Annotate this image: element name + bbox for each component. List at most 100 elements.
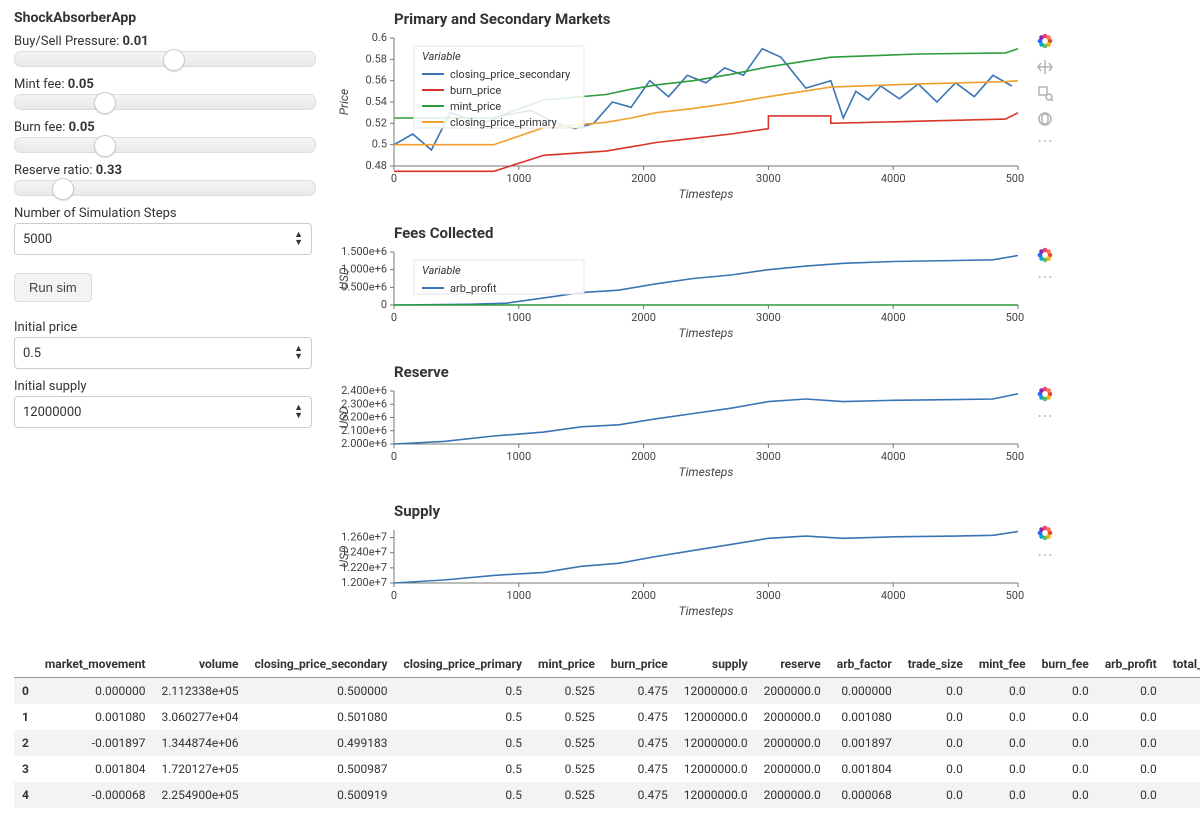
table-cell: 2000000.0 xyxy=(756,730,829,756)
svg-text:closing_price_secondary: closing_price_secondary xyxy=(450,68,571,81)
table-header: supply xyxy=(676,651,756,678)
svg-text:0.48: 0.48 xyxy=(366,159,387,172)
table-cell: -0.001897 xyxy=(37,730,154,756)
steps-input[interactable]: 5000 ▲▼ xyxy=(14,223,312,255)
svg-text:4000: 4000 xyxy=(881,311,906,324)
table-cell: 0.0 xyxy=(1097,704,1165,730)
table-cell: 0.0 xyxy=(1165,704,1200,730)
box-zoom-icon[interactable] xyxy=(1036,84,1054,102)
table-row: 4-0.0000682.254900e+050.5009190.50.5250.… xyxy=(14,782,1200,808)
table-row: 10.0010803.060277e+040.5010800.50.5250.4… xyxy=(14,704,1200,730)
svg-text:3000: 3000 xyxy=(756,172,781,185)
slider-0[interactable] xyxy=(14,51,316,67)
slider-knob[interactable] xyxy=(163,49,185,71)
wheel-zoom-icon[interactable] xyxy=(1036,110,1054,128)
chart-title: Supply xyxy=(394,502,1186,520)
svg-text:0.58: 0.58 xyxy=(366,52,387,65)
table-cell: 0.0 xyxy=(1034,730,1097,756)
table-cell: 0.475 xyxy=(603,782,676,808)
slider-knob[interactable] xyxy=(94,135,116,157)
table-header: arb_profit xyxy=(1097,651,1165,678)
table-cell: 0.0 xyxy=(900,678,971,705)
table-cell: 0.5 xyxy=(396,730,531,756)
table-cell: 0.0 xyxy=(900,704,971,730)
pan-icon[interactable] xyxy=(1036,58,1054,76)
table-cell: 0.0 xyxy=(971,704,1034,730)
spin-arrows-icon[interactable]: ▲▼ xyxy=(294,345,303,361)
table-cell: 0.0 xyxy=(1034,704,1097,730)
svg-text:0: 0 xyxy=(391,589,397,602)
slider-2[interactable] xyxy=(14,137,316,153)
table-row: 00.0000002.112338e+050.5000000.50.5250.4… xyxy=(14,678,1200,705)
spin-arrows-icon[interactable]: ▲▼ xyxy=(294,231,303,247)
svg-text:2000: 2000 xyxy=(631,450,656,463)
slider-knob[interactable] xyxy=(94,92,116,114)
svg-text:Timesteps: Timesteps xyxy=(679,187,734,201)
table-cell: 0.0 xyxy=(1034,678,1097,705)
table-cell: 0.001897 xyxy=(829,730,900,756)
charts-area: Primary and Secondary Markets0.480.50.52… xyxy=(334,10,1186,641)
slider-knob[interactable] xyxy=(52,178,74,200)
table-header: burn_fee xyxy=(1034,651,1097,678)
bokeh-logo-icon[interactable] xyxy=(1036,385,1054,403)
table-cell: 0.0 xyxy=(1165,756,1200,782)
table-cell: 0.000000 xyxy=(37,678,154,705)
table-row: 2-0.0018971.344874e+060.4991830.50.5250.… xyxy=(14,730,1200,756)
table-cell: 0.500987 xyxy=(247,756,396,782)
initial-price-input[interactable]: 0.5 ▲▼ xyxy=(14,337,312,369)
more-icon[interactable]: ⋯ xyxy=(1037,411,1053,421)
table-header: arb_factor xyxy=(829,651,900,678)
svg-text:3000: 3000 xyxy=(756,589,781,602)
table-cell: 0.0 xyxy=(971,782,1034,808)
table-cell: 0.500000 xyxy=(247,678,396,705)
svg-text:burn_price: burn_price xyxy=(450,84,501,97)
svg-text:1.500e+6: 1.500e+6 xyxy=(341,246,387,258)
table-header: mint_price xyxy=(530,651,603,678)
table-cell: 0.525 xyxy=(530,704,603,730)
table-cell: 0.475 xyxy=(603,730,676,756)
svg-text:3000: 3000 xyxy=(756,311,781,324)
table-cell: 0.5 xyxy=(396,782,531,808)
svg-text:1000: 1000 xyxy=(506,172,531,185)
svg-text:closing_price_primary: closing_price_primary xyxy=(450,116,557,129)
table-cell: -0.000068 xyxy=(37,782,154,808)
bokeh-logo-icon[interactable] xyxy=(1036,32,1054,50)
chart-svg[interactable]: 00.500e+61.000e+61.500e+6010002000300040… xyxy=(334,246,1024,341)
chart-svg[interactable]: 2.000e+62.100e+62.200e+62.300e+62.400e+6… xyxy=(334,385,1024,480)
run-sim-button[interactable]: Run sim xyxy=(14,273,92,302)
chart-svg[interactable]: 0.480.50.520.540.560.580.601000200030004… xyxy=(334,32,1024,202)
table-cell: 0.525 xyxy=(530,756,603,782)
more-icon[interactable]: ⋯ xyxy=(1037,272,1053,282)
table-cell: 0.0 xyxy=(971,756,1034,782)
svg-text:Timesteps: Timesteps xyxy=(679,465,734,479)
svg-text:2.000e+6: 2.000e+6 xyxy=(341,437,387,450)
table-header: market_movement xyxy=(37,651,154,678)
more-icon[interactable]: ⋯ xyxy=(1037,136,1053,146)
table-cell: 2.254900e+05 xyxy=(154,782,247,808)
svg-text:Variable: Variable xyxy=(422,50,461,63)
svg-text:4000: 4000 xyxy=(881,450,906,463)
table-header: total_fees_collected xyxy=(1165,651,1200,678)
table-cell: 0.000000 xyxy=(829,678,900,705)
initial-supply-label: Initial supply xyxy=(14,379,314,394)
initial-supply-input[interactable]: 12000000 ▲▼ xyxy=(14,396,312,428)
svg-text:3000: 3000 xyxy=(756,450,781,463)
table-cell: 0.475 xyxy=(603,678,676,705)
more-icon[interactable]: ⋯ xyxy=(1037,550,1053,560)
sidebar: ShockAbsorberApp Buy/Sell Pressure: 0.01… xyxy=(14,10,314,641)
svg-text:mint_price: mint_price xyxy=(450,100,501,113)
bokeh-logo-icon[interactable] xyxy=(1036,524,1054,542)
svg-text:0: 0 xyxy=(381,298,387,311)
slider-3[interactable] xyxy=(14,180,316,196)
table-cell: 3 xyxy=(14,756,37,782)
table-cell: 1.720127e+05 xyxy=(154,756,247,782)
chart-svg[interactable]: 1.200e+71.220e+71.240e+71.260e+701000200… xyxy=(334,524,1024,619)
table-cell: 0.000068 xyxy=(829,782,900,808)
table-cell: 0.0 xyxy=(1165,678,1200,705)
spin-arrows-icon[interactable]: ▲▼ xyxy=(294,404,303,420)
table-cell: 0.525 xyxy=(530,678,603,705)
slider-1[interactable] xyxy=(14,94,316,110)
bokeh-logo-icon[interactable] xyxy=(1036,246,1054,264)
table-cell: 0.501080 xyxy=(247,704,396,730)
table-header: reserve xyxy=(756,651,829,678)
